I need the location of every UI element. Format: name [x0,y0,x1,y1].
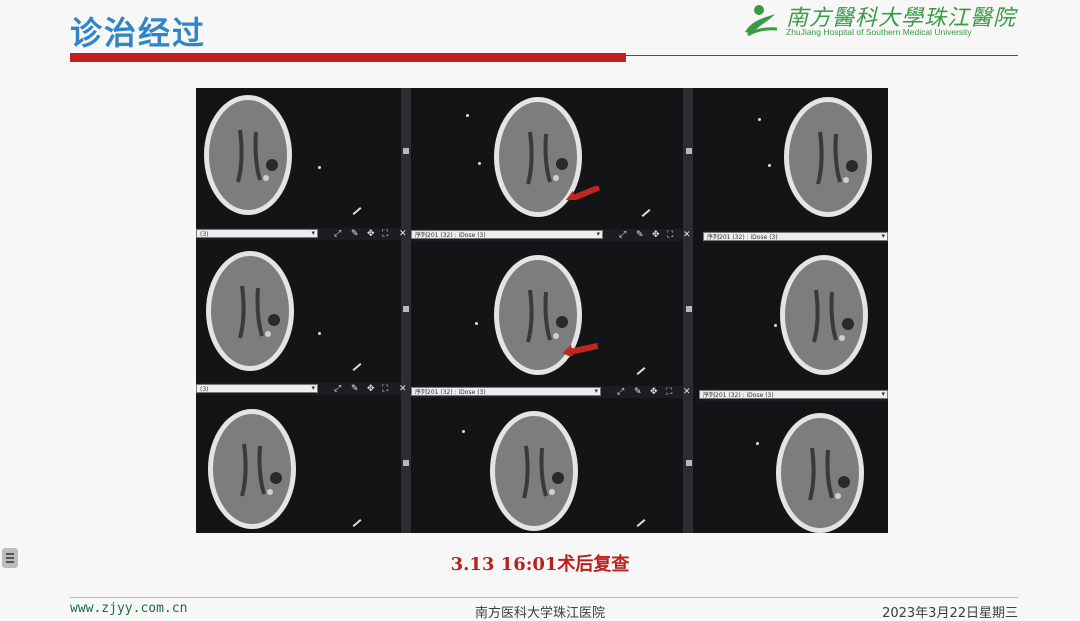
hospital-emblem-icon [745,5,778,37]
title-thin-line [626,55,1018,56]
brain-slice [784,97,872,217]
viewer-toolbar: 序列201 (32) : iDose (3) [699,389,888,401]
viewer-toolbar: 序列201 (32) : iDose (3) [703,231,888,243]
title-red-bar [70,53,626,62]
marker-dot [478,162,481,165]
close-icon[interactable]: ✕ [683,386,691,398]
close-icon[interactable]: ✕ [399,228,407,240]
pen-icon[interactable]: ✎ [634,386,642,398]
scan-mark [352,363,362,371]
fullscreen-icon[interactable]: ⛶ [382,228,388,240]
viewer-toolbar: (3) ⤢ ✎ ✥ ⛶ [196,383,401,395]
marker-dot [774,324,777,327]
series-select[interactable]: 序列201 (32) : iDose (3) [411,230,603,239]
slide-title: 诊治经过 [70,14,207,52]
scroll-marker [686,148,692,154]
marker-dot [318,166,321,169]
pen-icon[interactable]: ✎ [636,229,644,241]
viewer-toolbar: 序列201 (32) : iDose (3) ⤢ ✎ ✥ ⛶ [411,386,683,398]
close-icon[interactable]: ✕ [683,229,691,241]
brain-slice [490,411,578,531]
viewer-toolbar: 序列201 (32) : iDose (3) ⤢ ✎ ✥ ⛶ [411,229,683,241]
lesion-arrow-icon [562,342,598,356]
scan-mark [352,519,362,527]
image-caption: 3.13 16:01术后复查 [450,554,630,575]
measure-icon[interactable]: ⤢ [617,386,624,398]
scan-mark [636,367,646,375]
brain-slice [780,255,868,375]
marker-dot [318,332,321,335]
scan-mark [641,209,651,217]
footer-divider [70,597,1018,598]
scroll-marker [403,460,409,466]
footer-date: 2023年3月22日星期三 [882,606,1018,621]
pen-icon[interactable]: ✎ [351,383,359,395]
pen-icon[interactable]: ✎ [351,228,359,240]
lesion-arrow-icon [565,186,600,200]
hospital-logo: 南方醫科大學珠江醫院 ZhuJiang Hospital of Southern… [742,0,1042,42]
fullscreen-icon[interactable]: ⛶ [382,383,388,395]
logo-english-name: ZhuJiang Hospital of Southern Medical Un… [786,27,972,37]
measure-icon[interactable]: ⤢ [334,383,341,395]
brain-slice [776,413,864,533]
scroll-marker [403,148,409,154]
side-panel-handle[interactable] [2,548,18,568]
scroll-marker [403,306,409,312]
ct-image: (3) ⤢ ✎ ✥ ⛶ ✕ 序列201 (32) : iDose (3) ⤢ ✎… [196,88,888,533]
move-icon[interactable]: ✥ [652,229,660,241]
measure-icon[interactable]: ⤢ [334,228,341,240]
marker-dot [768,164,771,167]
brain-slice [208,409,296,529]
scan-mark [352,207,362,215]
brain-slice [494,255,582,375]
viewer-toolbar: (3) ⤢ ✎ ✥ ⛶ [196,228,401,240]
move-icon[interactable]: ✥ [650,386,658,398]
series-select[interactable]: 序列201 (32) : iDose (3) [699,390,888,399]
series-select[interactable]: (3) [196,229,318,238]
scroll-marker [686,306,692,312]
fullscreen-icon[interactable]: ⛶ [667,229,673,241]
marker-dot [462,430,465,433]
marker-dot [466,114,469,117]
series-select[interactable]: 序列201 (32) : iDose (3) [411,387,601,396]
brain-slice [204,95,292,215]
marker-dot [756,442,759,445]
series-select[interactable]: (3) [196,384,318,393]
series-select[interactable]: 序列201 (32) : iDose (3) [703,232,888,241]
marker-dot [475,322,478,325]
brain-slice [494,97,582,217]
brain-slice [206,251,294,371]
scan-mark [636,519,646,527]
marker-dot [758,118,761,121]
scroll-marker [686,460,692,466]
close-icon[interactable]: ✕ [399,383,407,395]
fullscreen-icon[interactable]: ⛶ [666,386,672,398]
move-icon[interactable]: ✥ [367,228,375,240]
measure-icon[interactable]: ⤢ [619,229,626,241]
move-icon[interactable]: ✥ [367,383,375,395]
